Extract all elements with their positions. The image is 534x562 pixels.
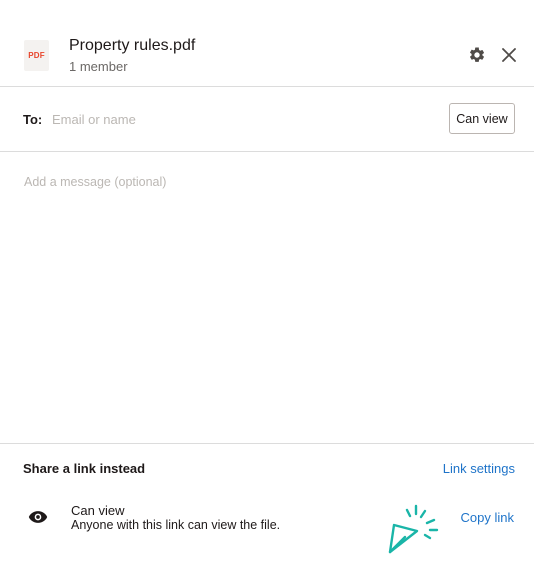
member-count: 1 member (69, 59, 128, 74)
link-permission-description: Anyone with this link can view the file. (71, 518, 281, 532)
share-link-heading: Share a link instead (23, 461, 146, 476)
close-icon (502, 48, 516, 62)
permission-dropdown-button[interactable]: Can view (449, 103, 515, 134)
share-dialog-header: PDF Property rules.pdf 1 member (0, 0, 534, 87)
settings-button[interactable] (467, 45, 487, 65)
gear-icon (469, 47, 485, 62)
section-divider (0, 443, 534, 444)
link-settings-link[interactable]: Link settings (443, 461, 515, 476)
message-field[interactable] (24, 175, 514, 425)
file-title: Property rules.pdf (69, 37, 196, 54)
link-permission-title: Can view (71, 503, 125, 518)
click-cursor-icon (388, 504, 439, 554)
copy-link-button[interactable]: Copy link (461, 510, 514, 525)
pdf-file-icon: PDF (24, 40, 49, 71)
to-label: To: (23, 112, 43, 127)
eye-icon (28, 511, 48, 523)
pdf-badge-label: PDF (28, 51, 45, 60)
recipients-row: To: Can view (0, 88, 534, 152)
recipients-input[interactable] (52, 108, 432, 130)
close-button[interactable] (499, 45, 519, 65)
